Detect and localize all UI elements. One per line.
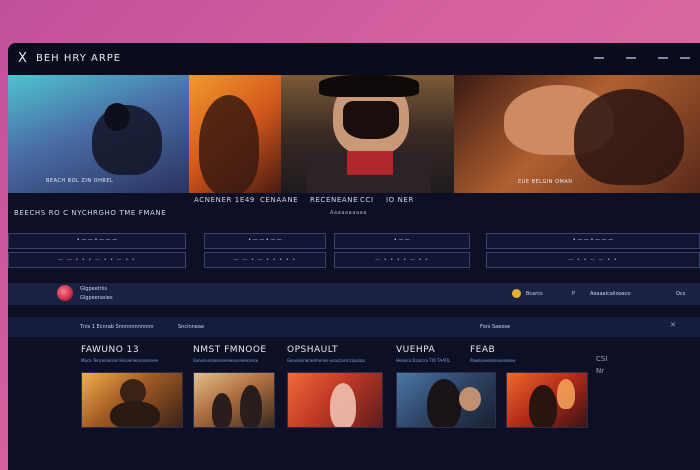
profile-name: Glgpeetriis (80, 286, 108, 292)
info-row: — • • • • — • • (375, 257, 429, 263)
control-label: • — — • — — — (572, 237, 614, 243)
hero-banner: BEACH BOL ZIN OHREL EUE BELGIN OMAN (8, 75, 700, 193)
profile-stat-4[interactable]: Ocs (676, 291, 685, 297)
title-bar: X BEH HRY ARPE (8, 43, 700, 75)
maximize-icon[interactable] (658, 57, 668, 59)
thumb-figure (427, 379, 461, 427)
close-icon[interactable]: X (18, 51, 27, 66)
thumb-figure (330, 383, 356, 427)
tab-1[interactable]: Tnis 1 Ecnrab Snnnnnnnnnnn (80, 324, 154, 330)
section-title-3: OPSHAULT (287, 345, 339, 355)
hero-labels: BEECHS RO C NYCHRGHO TME FMANE ACNENER 1… (8, 193, 700, 233)
thumbnail-2[interactable] (193, 372, 275, 428)
info-box-1[interactable]: — — • • • — • • — • • (8, 252, 186, 268)
control-bar-1[interactable]: • — — • — — — (8, 233, 186, 249)
section-heading: BEECHS RO C NYCHRGHO TME FMANE (14, 209, 167, 217)
control-label: • — — • — — (248, 237, 282, 243)
section-subtitle-4: Heneca Dsaccia TIO TAATIL (396, 358, 451, 363)
thumbnail-3[interactable] (287, 372, 383, 428)
section-subtitle-2: Saneceresessseneeonsneecesse (193, 358, 259, 363)
hero-panel-2[interactable] (189, 75, 281, 193)
hero-panel-3[interactable] (281, 75, 454, 193)
profile-stat-3: Aoaaalcaliooaco (590, 291, 631, 297)
thumb-figure (240, 385, 262, 427)
section-subtitle-5: Paweaseeaseseseseee (470, 358, 516, 363)
hero-panel-4[interactable]: EUE BELGIN OMAN (454, 75, 700, 193)
side-label-2: Nr (596, 367, 605, 375)
status-icon (512, 289, 521, 298)
figure-head (104, 103, 130, 131)
thumb-figure (212, 393, 232, 427)
avatar[interactable] (57, 285, 73, 301)
window-title: BEH HRY ARPE (36, 53, 122, 64)
thumbnail-5[interactable] (506, 372, 588, 428)
info-box-3[interactable]: — • • • • — • • (334, 252, 470, 268)
tab-3[interactable]: Fors Saeose (480, 324, 510, 330)
thumbnail-1[interactable] (81, 372, 183, 428)
control-label: • — — • — — — (76, 237, 118, 243)
info-row: — — • • • — • • — • • (58, 257, 136, 263)
section-subtitle-3: Geneseineraemenee esaccarsccaasiaa (287, 358, 365, 363)
options-icon[interactable] (680, 57, 690, 59)
section-title-1: FAWUNO 13 (81, 345, 140, 355)
hero-panel-1[interactable]: BEACH BOL ZIN OHREL (8, 75, 189, 193)
embrace-hair (574, 89, 684, 185)
tab-bar: Tnis 1 Ecnrab Snnnnnnnnnnn Sncinneae For… (8, 317, 700, 337)
control-bar-2[interactable]: • — — • — — (204, 233, 326, 249)
label-sub: Aaaaaaaaaa (330, 210, 367, 216)
profile-stat-1: Bcarcs (526, 291, 543, 297)
control-bar-3[interactable]: • — — (334, 233, 470, 249)
label-1: ACNENER 1E49 (194, 196, 255, 204)
section-title-4: VUEHPA (396, 345, 436, 355)
section-title-2: NMST FMNOOE (193, 345, 267, 355)
side-label-1: CSI (596, 355, 608, 363)
thumbnail-4[interactable] (396, 372, 496, 428)
info-box-4[interactable]: — • • — — • • (486, 252, 700, 268)
info-row: — • • — — • • (568, 257, 618, 263)
hero-caption-1: BEACH BOL ZIN OHREL (46, 178, 114, 184)
label-5: IO NER (386, 196, 414, 204)
profile-handle: Glgpeerasies (80, 295, 113, 301)
label-2: CENAANE (260, 196, 299, 204)
control-bar-4[interactable]: • — — • — — — (486, 233, 700, 249)
label-4: CCI (360, 196, 374, 204)
profile-stat-2: P (572, 291, 576, 297)
expand-icon[interactable]: ✕ (670, 321, 676, 329)
thumb-figure (459, 387, 481, 411)
label-3: RECENEANE (310, 196, 359, 204)
portrait-hair (319, 75, 419, 97)
tab-2[interactable]: Sncinneae (178, 324, 204, 330)
app-window: X BEH HRY ARPE BEACH BOL ZIN OHREL EUE B… (8, 43, 700, 470)
info-row: — — • — • • • • • (233, 257, 297, 263)
menu-icon[interactable] (626, 57, 636, 59)
control-label: • — — (393, 237, 411, 243)
hero-caption-2: EUE BELGIN OMAN (518, 179, 573, 185)
thumb-flame (557, 379, 575, 409)
minimize-icon[interactable] (594, 57, 604, 59)
section-subtitle-1: Muca Tenceinernel Hissieneonaneceee (81, 358, 159, 363)
thumb-figure (529, 385, 557, 427)
portrait-beard (343, 101, 399, 139)
portrait-shirt (347, 151, 393, 175)
info-box-2[interactable]: — — • — • • • • • (204, 252, 326, 268)
profile-bar[interactable]: Glgpeetriis Glgpeerasies Bcarcs P Aoaaal… (8, 283, 700, 305)
section-title-5: FEAB (470, 345, 496, 355)
thumb-figure (110, 401, 160, 427)
hooded-figure (199, 95, 259, 193)
